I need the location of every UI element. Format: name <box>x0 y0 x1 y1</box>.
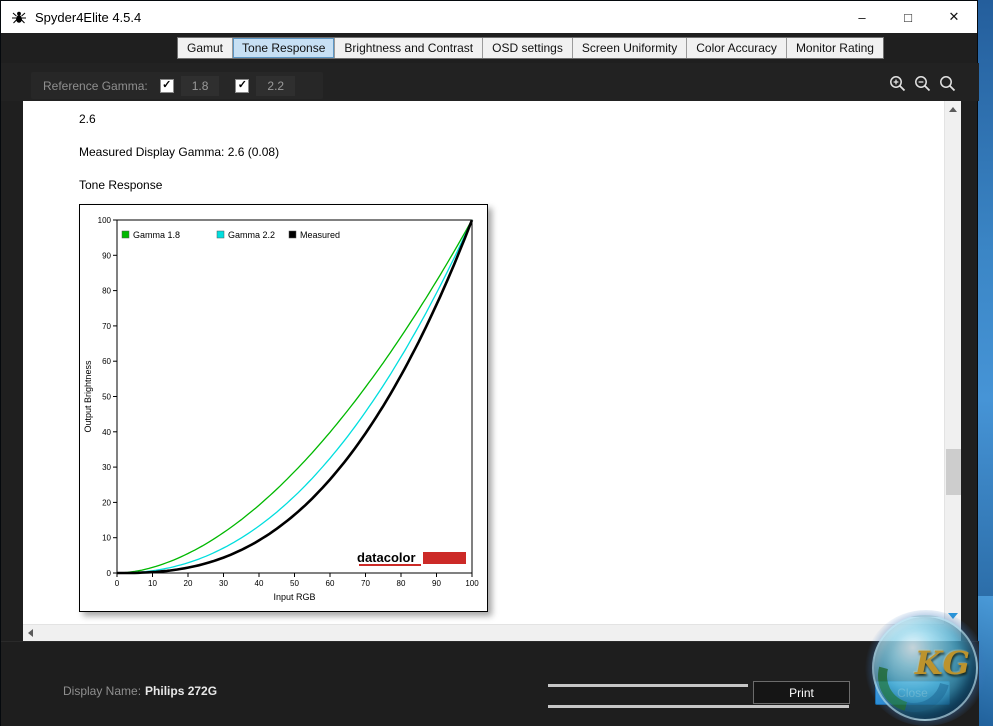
svg-text:90: 90 <box>102 251 111 260</box>
window-title: Spyder4Elite 4.5.4 <box>35 9 142 25</box>
svg-text:10: 10 <box>148 579 157 588</box>
svg-text:20: 20 <box>102 498 111 507</box>
window-controls: – □ ✕ <box>839 1 977 33</box>
svg-text:Gamma 1.8: Gamma 1.8 <box>133 230 180 240</box>
print-button[interactable]: Print <box>753 681 850 704</box>
svg-text:20: 20 <box>184 579 193 588</box>
tab-brightness-and-contrast[interactable]: Brightness and Contrast <box>335 38 484 58</box>
svg-text:80: 80 <box>102 287 111 296</box>
svg-text:60: 60 <box>326 579 335 588</box>
tab-gamut[interactable]: Gamut <box>178 38 234 58</box>
reference-gamma-label: Reference Gamma: <box>43 78 148 93</box>
progress-bar-bottom <box>548 705 849 708</box>
watermark-text: KG <box>914 644 970 682</box>
svg-text:40: 40 <box>102 428 111 437</box>
close-window-button[interactable]: ✕ <box>931 1 977 33</box>
check-icon: ✓ <box>237 79 248 91</box>
svg-text:60: 60 <box>102 357 111 366</box>
tab-bar: Gamut Tone Response Brightness and Contr… <box>177 37 884 59</box>
svg-text:40: 40 <box>255 579 264 588</box>
display-name-value: Philips 272G <box>145 684 218 698</box>
horizontal-scrollbar[interactable] <box>23 624 944 641</box>
svg-text:Output Brightness: Output Brightness <box>83 360 93 433</box>
vertical-scrollbar[interactable] <box>944 101 961 624</box>
svg-text:Gamma 2.2: Gamma 2.2 <box>228 230 275 240</box>
gamma-value-text: 2.6 <box>79 112 96 126</box>
progress-bar-top <box>548 684 748 687</box>
display-name: Display Name: Philips 272G <box>63 684 217 698</box>
measured-display-gamma-text: Measured Display Gamma: 2.6 (0.08) <box>79 145 280 159</box>
reference-gamma-18-checkbox[interactable]: ✓ <box>159 78 174 93</box>
tab-osd-settings[interactable]: OSD settings <box>483 38 573 58</box>
report-page: 2.6 Measured Display Gamma: 2.6 (0.08) T… <box>23 101 944 624</box>
zoom-reset-icon[interactable] <box>938 74 957 93</box>
svg-text:30: 30 <box>102 463 111 472</box>
tab-color-accuracy[interactable]: Color Accuracy <box>687 38 787 58</box>
svg-text:0: 0 <box>107 569 112 578</box>
tab-screen-uniformity[interactable]: Screen Uniformity <box>572 38 688 58</box>
maximize-button[interactable]: □ <box>885 1 931 33</box>
minimize-button[interactable]: – <box>839 1 885 33</box>
svg-text:datacolor: datacolor <box>357 550 416 565</box>
tone-response-heading: Tone Response <box>79 178 163 192</box>
zoom-in-icon[interactable] <box>888 74 907 93</box>
zoom-out-icon[interactable] <box>913 74 932 93</box>
tone-response-chart: 0 10 20 30 40 50 60 70 80 90 100 0 10 20 30 40 50 60 70 80 9… <box>79 204 488 612</box>
footer: Display Name:Philips 272G Print Close <box>1 641 979 726</box>
svg-text:10: 10 <box>102 534 111 543</box>
svg-text:0: 0 <box>115 579 120 588</box>
reference-gamma-18-value: 1.8 <box>180 75 220 96</box>
svg-text:Input RGB: Input RGB <box>273 592 315 602</box>
svg-text:50: 50 <box>102 393 111 402</box>
screen: Spyder4Elite 4.5.4 – □ ✕ Gamut Tone Resp… <box>0 0 993 726</box>
spyder-app-icon <box>12 11 26 24</box>
tab-monitor-rating[interactable]: Monitor Rating <box>786 38 883 58</box>
reference-gamma-22-value: 2.2 <box>256 75 296 96</box>
reference-gamma-panel: Reference Gamma: ✓ 1.8 ✓ 2.2 <box>31 72 324 99</box>
svg-text:100: 100 <box>98 216 112 225</box>
svg-text:50: 50 <box>290 579 299 588</box>
tone-response-chart-svg: 0 10 20 30 40 50 60 70 80 90 100 0 10 20 30 40 50 60 70 80 9… <box>83 216 479 602</box>
titlebar: Spyder4Elite 4.5.4 – □ ✕ <box>1 1 977 33</box>
tab-tone-response[interactable]: Tone Response <box>233 38 336 58</box>
svg-text:80: 80 <box>397 579 406 588</box>
svg-text:30: 30 <box>219 579 228 588</box>
svg-text:70: 70 <box>361 579 370 588</box>
zoom-controls <box>888 74 957 93</box>
scroll-left-icon[interactable] <box>23 625 40 642</box>
reference-gamma-22-checkbox[interactable]: ✓ <box>235 78 250 93</box>
check-icon: ✓ <box>162 79 172 91</box>
report-frame: 2.6 Measured Display Gamma: 2.6 (0.08) T… <box>23 101 961 641</box>
svg-text:70: 70 <box>102 322 111 331</box>
svg-text:100: 100 <box>465 579 479 588</box>
kitguru-watermark: KG <box>864 610 988 726</box>
scroll-up-icon[interactable] <box>945 101 962 118</box>
svg-text:90: 90 <box>432 579 441 588</box>
svg-text:Measured: Measured <box>300 230 340 240</box>
vertical-scroll-thumb[interactable] <box>946 449 961 495</box>
app-window: Spyder4Elite 4.5.4 – □ ✕ Gamut Tone Resp… <box>0 0 979 726</box>
display-name-label: Display Name: <box>63 684 142 698</box>
